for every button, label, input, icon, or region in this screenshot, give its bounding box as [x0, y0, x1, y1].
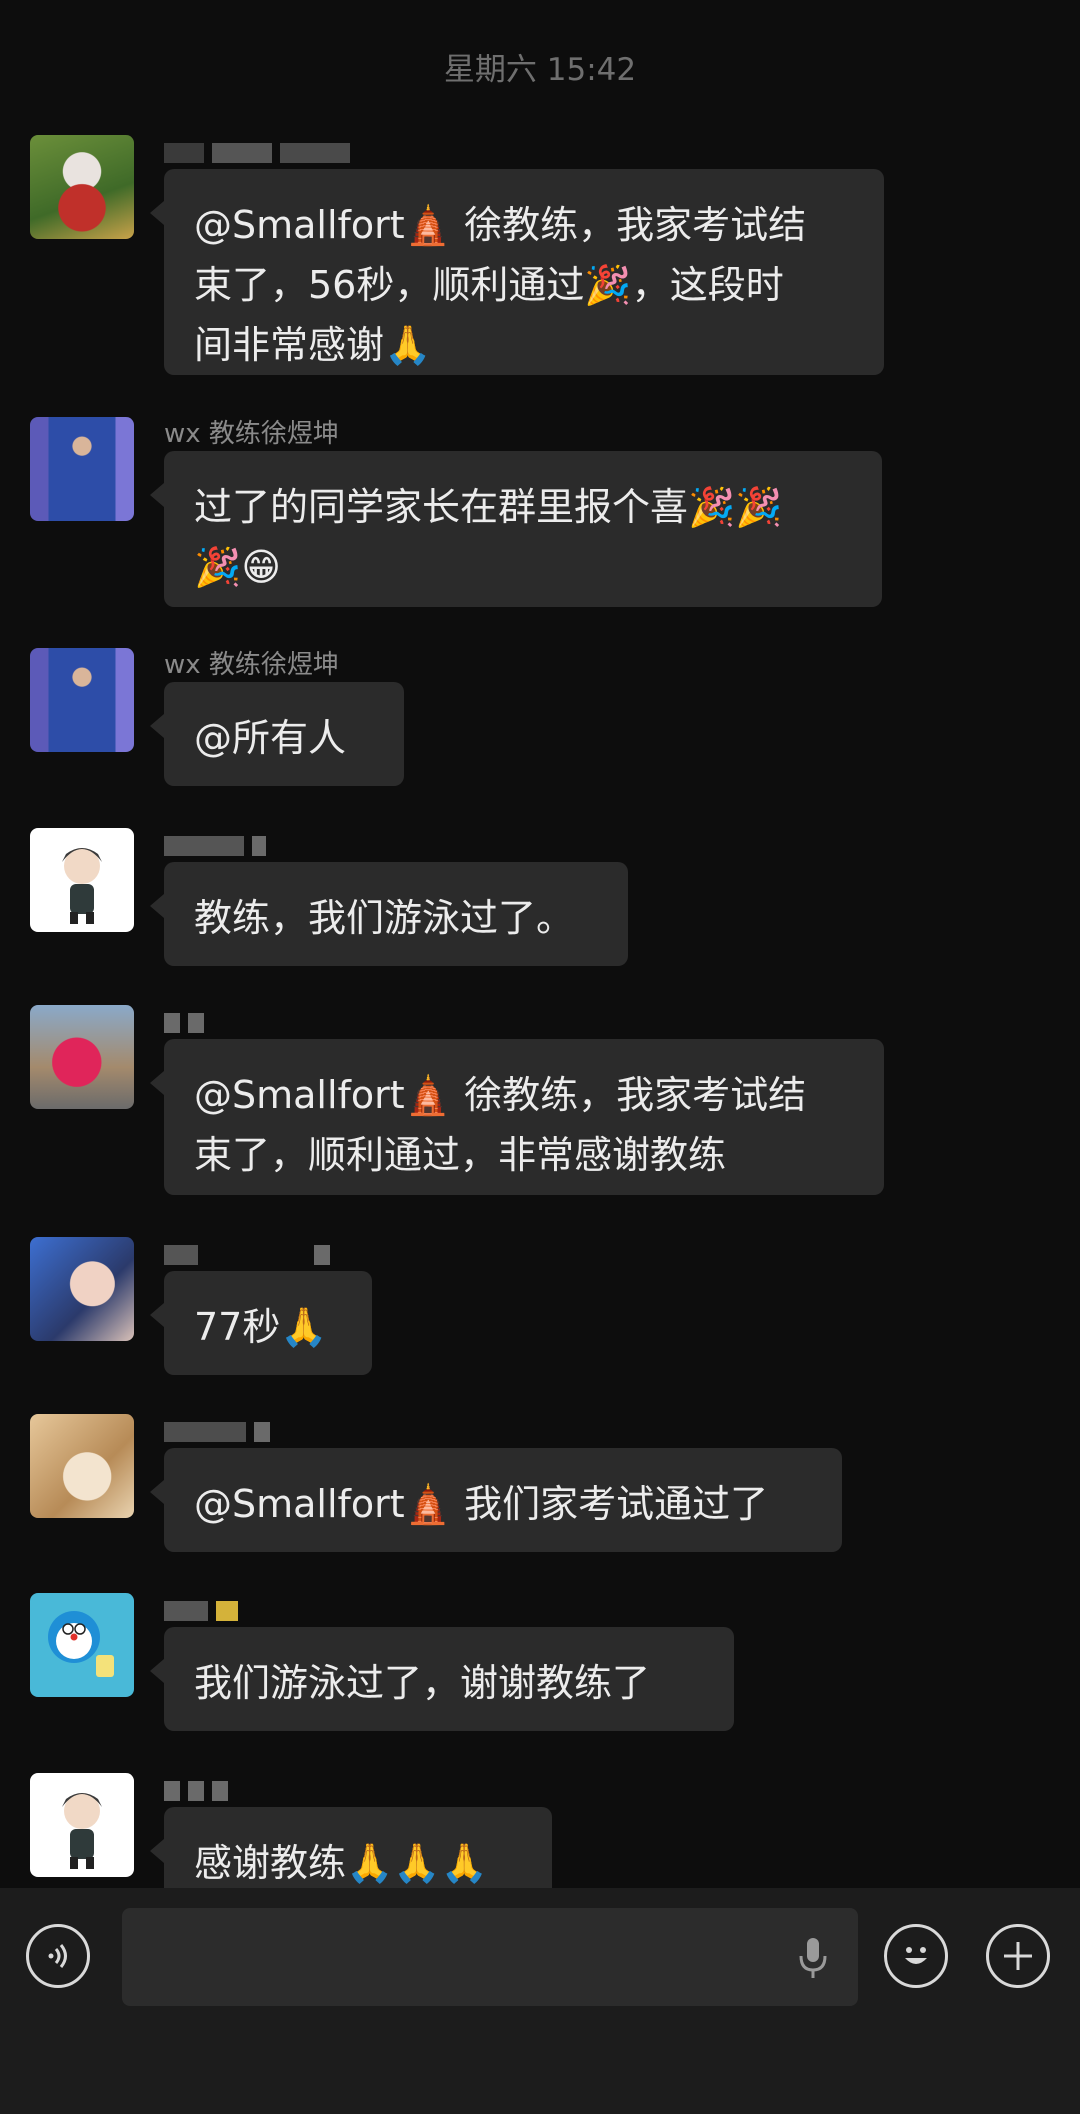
sender-name-redacted: [164, 828, 274, 862]
message-text: 间非常感谢: [194, 323, 385, 367]
sender-name-redacted: [164, 1593, 246, 1627]
message-bubble[interactable]: 过了的同学家长在群里报个喜🎉🎉 🎉😁: [150, 451, 882, 607]
avatar[interactable]: [30, 135, 134, 239]
sender-name-redacted: [164, 1237, 338, 1271]
pray-emoji: 🙏: [280, 1305, 328, 1349]
plus-icon: [1004, 1942, 1032, 1970]
message-bubble[interactable]: 我们游泳过了，谢谢教练了: [150, 1627, 734, 1731]
message-bubble[interactable]: @所有人: [150, 682, 404, 786]
sender-name-redacted: [164, 1414, 278, 1448]
message-bubble[interactable]: 77秒🙏: [150, 1271, 372, 1375]
cartoon-boy-icon: [62, 1793, 102, 1869]
voice-button[interactable]: [26, 1924, 90, 1988]
message-bubble[interactable]: @Smallfort🛕 徐教练，我家考试结 束了，56秒，顺利通过🎉，这段时 间…: [150, 169, 884, 375]
doraemon-icon: [48, 1611, 114, 1677]
message-text: 我们游泳过了，谢谢教练了: [194, 1661, 651, 1705]
message-bubble[interactable]: 教练，我们游泳过了。: [150, 862, 628, 966]
message-text: 束了，56秒，顺利通过: [194, 263, 585, 307]
message-text: 77秒: [194, 1305, 281, 1349]
message-text: ，这段时: [631, 263, 784, 307]
message-text: 束了，顺利通过，非常感谢教练: [194, 1133, 727, 1177]
party-popper-emoji: 🎉🎉: [688, 485, 783, 529]
temple-emoji: 🛕: [404, 203, 453, 247]
message-bubble[interactable]: 感谢教练🙏🙏🙏: [150, 1807, 552, 1888]
message-text: 教练，我们游泳过了。: [194, 896, 575, 940]
avatar[interactable]: [30, 1237, 134, 1341]
party-grin-emoji: 🎉😁: [194, 545, 281, 589]
avatar[interactable]: [30, 1773, 134, 1877]
input-bar: [0, 1888, 1080, 2114]
mic-icon[interactable]: [798, 1936, 828, 1980]
message-input[interactable]: [122, 1908, 858, 2006]
message-text: @所有人: [194, 716, 347, 760]
sender-name: wx 教练徐煜坤: [164, 419, 339, 449]
chat-timestamp: 星期六 15:42: [443, 52, 637, 88]
temple-emoji: 🛕: [404, 1073, 453, 1117]
avatar[interactable]: [30, 1005, 134, 1109]
mention-text: @Smallfort: [194, 1482, 405, 1526]
message-bubble[interactable]: @Smallfort🛕 徐教练，我家考试结 束了，顺利通过，非常感谢教练: [150, 1039, 884, 1195]
party-popper-emoji: 🎉: [584, 263, 632, 307]
temple-emoji: 🛕: [404, 1482, 453, 1526]
message-text: 徐教练，我家考试结: [452, 1073, 807, 1117]
message-text: 徐教练，我家考试结: [452, 203, 807, 247]
emoji-face-icon: [905, 1947, 927, 1964]
message-text: 过了的同学家长在群里报个喜: [194, 485, 689, 529]
voice-icon: [48, 1944, 67, 1968]
avatar[interactable]: [30, 828, 134, 932]
emoji-button[interactable]: [884, 1924, 948, 1988]
pray-emoji: 🙏: [384, 323, 432, 367]
message-bubble[interactable]: @Smallfort🛕 我们家考试通过了: [150, 1448, 842, 1552]
sender-name: wx 教练徐煜坤: [164, 650, 339, 680]
avatar[interactable]: [30, 417, 134, 521]
message-text: 感谢教练: [194, 1841, 347, 1885]
cartoon-boy-icon: [62, 848, 102, 924]
avatar[interactable]: [30, 1593, 134, 1697]
sender-name-redacted: [164, 1005, 212, 1039]
avatar[interactable]: [30, 648, 134, 752]
chat-area[interactable]: 星期六 15:42 @Smallfort🛕 徐教练，我家考试结 束了，56秒，顺…: [0, 0, 1080, 1888]
mention-text: @Smallfort: [194, 203, 405, 247]
plus-button[interactable]: [986, 1924, 1050, 1988]
avatar[interactable]: [30, 1414, 134, 1518]
pray-emoji: 🙏🙏🙏: [346, 1841, 488, 1885]
sender-name-redacted: [164, 135, 358, 169]
mention-text: @Smallfort: [194, 1073, 405, 1117]
sender-name-redacted: [164, 1773, 236, 1807]
message-text: 我们家考试通过了: [452, 1482, 769, 1526]
